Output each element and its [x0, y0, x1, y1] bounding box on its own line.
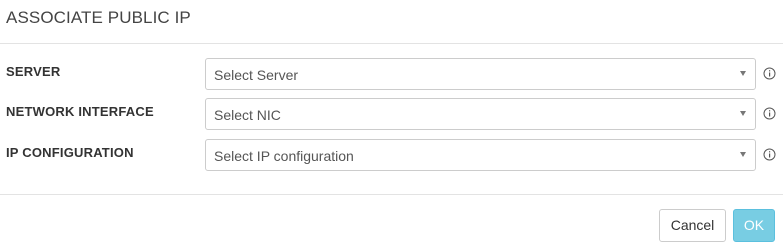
ip-configuration-select-value: Select IP configuration	[214, 148, 354, 164]
network-interface-select-value: Select NIC	[214, 107, 281, 123]
network-interface-label: NETWORK INTERFACE	[6, 104, 154, 119]
info-circle-icon[interactable]	[763, 107, 776, 120]
info-circle-icon[interactable]	[763, 67, 776, 80]
ip-configuration-label: IP CONFIGURATION	[6, 145, 134, 160]
server-select[interactable]: Select Server	[205, 58, 756, 90]
server-select-value: Select Server	[214, 67, 299, 83]
chevron-down-icon	[740, 111, 746, 116]
associate-public-ip-dialog: ASSOCIATE PUBLIC IP SERVER Select Server…	[0, 0, 783, 251]
server-row: SERVER Select Server	[0, 58, 783, 92]
ip-configuration-select[interactable]: Select IP configuration	[205, 139, 756, 171]
info-circle-icon[interactable]	[763, 148, 776, 161]
chevron-down-icon	[740, 71, 746, 76]
dialog-title: ASSOCIATE PUBLIC IP	[6, 8, 191, 27]
footer-divider	[0, 194, 783, 195]
chevron-down-icon	[740, 152, 746, 157]
dialog-header: ASSOCIATE PUBLIC IP	[0, 0, 783, 44]
network-interface-select[interactable]: Select NIC	[205, 98, 756, 130]
cancel-button[interactable]: Cancel	[659, 209, 726, 242]
network-interface-row: NETWORK INTERFACE Select NIC	[0, 98, 783, 132]
ip-configuration-row: IP CONFIGURATION Select IP configuration	[0, 139, 783, 173]
ok-button[interactable]: OK	[733, 209, 775, 242]
server-label: SERVER	[6, 64, 61, 79]
